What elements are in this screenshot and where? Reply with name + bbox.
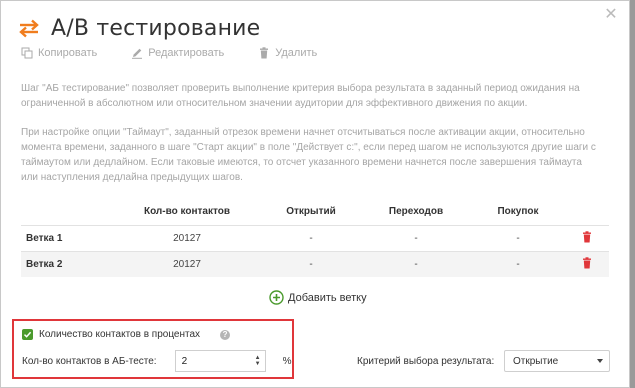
purchases-count: - [471, 224, 565, 251]
edit-label: Редактировать [148, 47, 225, 59]
page-scrollbar[interactable] [630, 0, 635, 388]
copy-button[interactable]: Копировать [21, 47, 97, 59]
close-icon[interactable]: ✕ [603, 7, 619, 23]
copy-label: Копировать [38, 47, 98, 59]
count-stepper-input[interactable]: 2 ▲ ▼ [174, 350, 266, 372]
table-row: Ветка 2 20127 - - - [21, 250, 609, 277]
help-icon[interactable]: ? [220, 329, 231, 340]
column-header: Переходов [388, 205, 444, 217]
toolbar: Копировать Редактировать Удалить [21, 47, 317, 59]
percent-sign: % [282, 355, 292, 367]
percent-checkbox[interactable] [22, 329, 33, 340]
branches-table: Кол-во контактов Открытий Переходов Поку… [21, 203, 609, 277]
ab-test-dialog: А/В тестирование ✕ Копировать Редактиров… [0, 0, 630, 388]
trash-icon [260, 47, 269, 59]
contacts-count: 20127 [113, 224, 261, 251]
plus-circle-icon [269, 290, 284, 305]
branch-name: Ветка 2 [21, 250, 113, 277]
description-paragraph-2: При настройке опции "Таймаут", заданный … [21, 127, 596, 183]
add-branch-label: Добавить ветку [288, 291, 367, 304]
clicks-count: - [361, 250, 471, 277]
count-label: Кол-во контактов в АБ-тесте: [22, 355, 157, 367]
count-setting: Кол-во контактов в АБ-тесте: 2 ▲ ▼ % [22, 350, 291, 372]
delete-button[interactable]: Удалить [258, 47, 317, 59]
stepper-arrows[interactable]: ▲ ▼ [255, 355, 261, 367]
swap-arrows-icon [19, 19, 39, 38]
criterion-label: Критерий выбора результата: [357, 356, 495, 367]
criterion-select[interactable]: Открытие [504, 350, 610, 372]
dialog-title: А/В тестирование [51, 15, 261, 41]
percent-option: Количество контактов в процентах ? [22, 329, 231, 340]
opens-count: - [261, 250, 361, 277]
purchases-count: - [471, 250, 565, 277]
dialog-header: А/В тестирование [17, 15, 260, 41]
delete-label: Удалить [275, 47, 318, 59]
table-row: Ветка 1 20127 - - - [21, 224, 609, 251]
delete-branch-icon[interactable] [581, 257, 593, 269]
column-header: Кол-во контактов [143, 205, 231, 217]
count-value: 2 [181, 355, 188, 367]
description-paragraph-1: Шаг "АБ тестирование" позволяет проверит… [21, 83, 580, 109]
branch-name: Ветка 1 [21, 224, 113, 251]
copy-icon [21, 47, 33, 59]
percent-checkbox-label: Количество контактов в процентах [39, 329, 201, 340]
column-header: Покупок [497, 205, 539, 217]
delete-branch-icon[interactable] [581, 230, 593, 243]
column-header: Открытий [286, 205, 336, 217]
column-header [565, 203, 609, 219]
chevron-down-icon [597, 359, 603, 363]
table-header-row: Кол-во контактов Открытий Переходов Поку… [21, 203, 609, 219]
opens-count: - [261, 224, 361, 251]
edit-button[interactable]: Редактировать [131, 47, 224, 59]
contacts-count: 20127 [113, 250, 261, 277]
column-header [21, 203, 113, 219]
clicks-count: - [361, 224, 471, 251]
add-branch-button[interactable]: Добавить ветку [269, 290, 367, 305]
pencil-icon [132, 48, 143, 59]
stepper-down-icon[interactable]: ▼ [255, 361, 261, 367]
checkmark-icon [23, 331, 32, 338]
criterion-value: Открытие [513, 355, 559, 367]
